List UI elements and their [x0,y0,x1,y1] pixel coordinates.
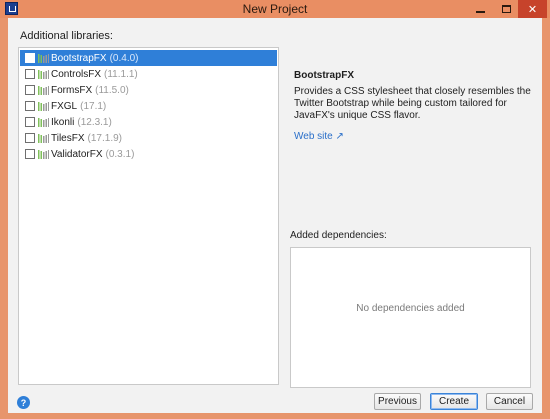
minimize-icon [476,11,485,13]
library-name: TilesFX [51,132,85,144]
new-project-window: New Project ✕ Additional libraries: Boot… [0,0,550,419]
library-version: (0.4.0) [109,52,139,64]
library-icon [38,102,49,111]
checkbox[interactable] [25,101,35,111]
bottom-frame [0,413,550,419]
checkbox[interactable] [25,85,35,95]
title-bar[interactable]: New Project ✕ [0,0,550,18]
checkbox[interactable] [25,133,35,143]
previous-button[interactable]: Previous [374,393,421,410]
library-name: Ikonli [51,116,75,128]
list-item-validatorfx[interactable]: ValidatorFX (0.3.1) [20,146,277,162]
checkbox[interactable] [25,117,35,127]
library-version: (17.1.9) [87,132,122,144]
minimize-button[interactable] [467,0,494,18]
library-icon [38,54,49,63]
close-button[interactable]: ✕ [518,0,547,18]
website-link[interactable]: Web site ↗ [294,131,344,142]
list-item-tilesfx[interactable]: TilesFX (17.1.9) [20,130,277,146]
library-icon [38,70,49,79]
list-item-ikonli[interactable]: Ikonli (12.3.1) [20,114,277,130]
library-version: (11.5.0) [95,84,129,96]
library-name: BootstrapFX [51,52,107,64]
checkbox[interactable] [25,53,35,63]
empty-dependencies-text: No dependencies added [356,303,465,314]
list-item-controlsfx[interactable]: ControlsFX (11.1.1) [20,66,277,82]
library-version: (11.1.1) [104,68,138,80]
library-icon [38,150,49,159]
dependencies-list[interactable]: No dependencies added [290,247,531,388]
library-version: (17.1) [80,100,107,112]
checkbox[interactable] [25,149,35,159]
dialog-content: Additional libraries: BootstrapFX (0.4.0… [8,18,542,413]
list-item-formsfx[interactable]: FormsFX (11.5.0) [20,82,277,98]
help-button[interactable]: ? [17,396,30,409]
checkbox[interactable] [25,69,35,79]
maximize-button[interactable] [493,0,520,18]
library-version: (12.3.1) [77,116,112,128]
dependencies-label: Added dependencies: [290,230,387,241]
library-name: FormsFX [51,84,93,96]
detail-description: Provides a CSS stylesheet that closely r… [294,86,531,121]
libraries-list[interactable]: BootstrapFX (0.4.0) ControlsFX (11.1.1) … [18,47,279,385]
cancel-button[interactable]: Cancel [486,393,533,410]
library-name: FXGL [51,100,78,112]
library-name: ValidatorFX [51,148,103,160]
library-icon [38,118,49,127]
maximize-icon [502,5,511,13]
library-icon [38,134,49,143]
library-version: (0.3.1) [105,148,135,160]
detail-title: BootstrapFX [294,70,354,81]
library-icon [38,86,49,95]
list-item-fxgl[interactable]: FXGL (17.1) [20,98,277,114]
create-button[interactable]: Create [430,393,478,410]
library-name: ControlsFX [51,68,102,80]
libraries-label: Additional libraries: [20,30,113,42]
list-item-bootstrapfx[interactable]: BootstrapFX (0.4.0) [20,50,277,66]
